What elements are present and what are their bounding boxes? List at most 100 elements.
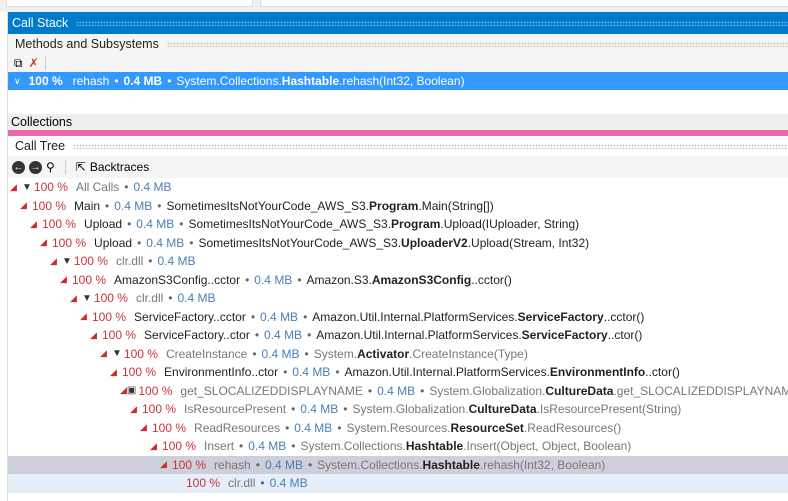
row-size: 0.4 MB (114, 198, 153, 213)
filter-icon: ▼ (112, 348, 122, 360)
tree-row[interactable]: ◢ 100 % Upload • 0.4 MB • SometimesItsNotYourC… (8, 234, 788, 253)
row-percent: 100 % (92, 309, 127, 324)
search-icon[interactable]: ⚲ (46, 160, 55, 174)
row-signature: SometimesItsNotYourCode_AWS_S3.Program.M… (166, 198, 494, 213)
row-function: Upload (94, 235, 133, 250)
tree-row[interactable]: ◢ ▼ 100 % All Calls • 0.4 MB (8, 178, 788, 197)
tree-row[interactable]: ◢ 100 % Main • 0.4 MB • SometimesItsNotYourCod… (8, 197, 788, 216)
row-function: clr.dll (228, 476, 256, 491)
row-size: 0.4 MB (264, 457, 303, 472)
row-signature: System.Activator.CreateInstance(Type) (313, 346, 528, 361)
tree-row[interactable]: ◢ 100 % Upload • 0.4 MB • SometimesItsNotYourC… (8, 215, 788, 234)
row-size: 0.4 MB (260, 309, 299, 324)
row-signature: Amazon.Util.Internal.PlatformServices.En… (344, 365, 680, 380)
row-percent: 100 % (123, 346, 158, 361)
expand-triangle-icon[interactable]: ◢ (130, 404, 142, 415)
expand-triangle-icon[interactable]: ◢ (100, 348, 112, 359)
row-signature: System.Globalization.CultureData.get_SLO… (429, 383, 788, 398)
row-size: 0.4 MB (300, 402, 339, 417)
expand-triangle-icon[interactable]: ◢ (140, 422, 152, 433)
row-percent: 100 % (162, 439, 197, 454)
expand-triangle-icon[interactable]: ◢ (150, 441, 162, 452)
tree-row[interactable]: ◢ ▼ 100 % clr.dll • 0.4 MB (8, 289, 788, 308)
methods-toolbar: ⧉ ✗ (8, 54, 788, 72)
top-area (0, 0, 788, 12)
tree-row[interactable]: ◢ ▣ 100 % get_SLOCALIZEDDISPLAYNAME • 0.4 MB •… (8, 382, 788, 401)
row-signature: SometimesItsNotYourCode_AWS_S3.Program.U… (188, 217, 580, 232)
expand-triangle-icon[interactable]: ◢ (110, 367, 122, 378)
tree-row[interactable]: ◢ 100 % AmazonS3Config..cctor • 0.4 MB • Amazo… (8, 271, 788, 290)
row-percent: 100 % (152, 420, 187, 435)
row-size: 0.4 MB (157, 254, 196, 269)
methods-header: Methods and Subsystems (8, 34, 788, 54)
row-function: AmazonS3Config..cctor (114, 272, 241, 287)
row-size: 0.4 MB (248, 439, 287, 454)
backtraces-button[interactable]: Backtraces (90, 160, 149, 174)
row-function: Insert (204, 439, 235, 454)
row-signature: SometimesItsNotYourCode_AWS_S3.UploaderV… (198, 235, 590, 250)
row-size: 0.4 MB (261, 346, 300, 361)
panel-header: Call Stack (8, 12, 788, 34)
methods-title: Methods and Subsystems (15, 37, 159, 51)
expand-triangle-icon[interactable]: ◢ (120, 385, 127, 396)
row-function: ServiceFactory..cctor (134, 309, 246, 324)
expand-triangle-icon[interactable]: ◢ (60, 274, 72, 285)
selected-method-row[interactable]: ∨ 100 % rehash • 0.4 MB • System.Collectio… (8, 72, 788, 90)
tree-row[interactable]: ◢ 100 % ReadResources • 0.4 MB • System.Resour… (8, 419, 788, 438)
call-tree-header: Call Tree (8, 136, 788, 156)
row-function: ReadResources (194, 420, 281, 435)
expand-triangle-icon[interactable]: ◢ (20, 200, 32, 211)
row-percent: 100 % (142, 402, 177, 417)
expand-triangle-icon[interactable]: ◢ (160, 459, 172, 470)
tree-row[interactable]: ◢ ▼ 100 % CreateInstance • 0.4 MB • System.Acti… (8, 345, 788, 364)
expand-triangle-icon[interactable]: ◢ (70, 293, 82, 304)
tree-row[interactable]: ◢ 100 % ServiceFactory..ctor • 0.4 MB • Amazon… (8, 326, 788, 345)
row-percent: 100 % (42, 217, 77, 232)
method-name: rehash (72, 74, 110, 88)
row-size: 0.4 MB (177, 291, 216, 306)
filter-icon: ▼ (82, 292, 92, 304)
collections-header: Collections (8, 114, 788, 130)
row-size: 0.4 MB (292, 365, 331, 380)
tree-row[interactable]: ◢ 100 % ServiceFactory..cctor • 0.4 MB • Amazo… (8, 308, 788, 327)
row-percent: 100 % (52, 235, 87, 250)
forward-icon[interactable]: → (29, 160, 42, 174)
tree-row[interactable]: ◢ 100 % IsResourcePresent • 0.4 MB • System.Gl… (8, 400, 788, 419)
expand-triangle-icon[interactable]: ◢ (90, 330, 102, 341)
tree-row[interactable]: ◢ 100 % Insert • 0.4 MB • System.Collections.H… (8, 437, 788, 456)
row-percent: 100 % (33, 180, 68, 195)
row-size: 0.4 MB (294, 420, 333, 435)
clear-filter-icon[interactable]: ✗ (29, 56, 39, 70)
expand-triangle-icon[interactable]: ◢ (40, 237, 52, 248)
expand-triangle-icon[interactable]: ◢ (80, 311, 92, 322)
tree-row[interactable]: ◢ 100 % EnvironmentInfo..ctor • 0.4 MB • Amazo… (8, 363, 788, 382)
row-percent: 100 % (72, 272, 107, 287)
row-function: rehash (214, 457, 251, 472)
expand-triangle-icon[interactable]: ◢ (50, 256, 62, 267)
row-percent: 100 % (73, 254, 108, 269)
tree-row[interactable]: ◢ 100 % rehash • 0.4 MB • System.Collections.H… (8, 455, 788, 474)
row-function: EnvironmentInfo..ctor (164, 365, 279, 380)
row-signature: System.Globalization.CultureData.IsResou… (352, 402, 682, 417)
row-signature: Amazon.Util.Internal.PlatformServices.Se… (312, 309, 645, 324)
window-icon: ▣ (126, 385, 137, 397)
expand-triangle-icon[interactable]: ◢ (30, 219, 42, 230)
call-stack-panel: Call Stack Methods and Subsystems ⧉ ✗ ∨ … (7, 12, 788, 501)
copy-icon[interactable]: ⧉ (14, 56, 23, 71)
tree-row[interactable]: ◢ ▼ 100 % clr.dll • 0.4 MB (8, 252, 788, 271)
row-percent: 100 % (32, 198, 67, 213)
row-function: CreateInstance (165, 346, 248, 361)
row-signature: System.Collections.Hashtable.Insert(Obje… (300, 439, 632, 454)
expand-triangle-icon[interactable]: ◢ (10, 182, 22, 193)
row-function: ServiceFactory..ctor (144, 328, 250, 343)
row-function: clr.dll (135, 291, 164, 306)
back-icon[interactable]: ← (12, 160, 25, 174)
row-percent: 100 % (186, 476, 221, 491)
row-function: clr.dll (115, 254, 144, 269)
tree-row[interactable]: 100 % clr.dll • 0.4 MB (8, 474, 788, 493)
row-size: 0.4 MB (136, 217, 175, 232)
row-size: 0.4 MB (264, 328, 303, 343)
row-percent: 100 % (122, 365, 157, 380)
row-size: 0.4 MB (269, 476, 308, 491)
row-signature: Amazon.Util.Internal.PlatformServices.Se… (316, 328, 643, 343)
